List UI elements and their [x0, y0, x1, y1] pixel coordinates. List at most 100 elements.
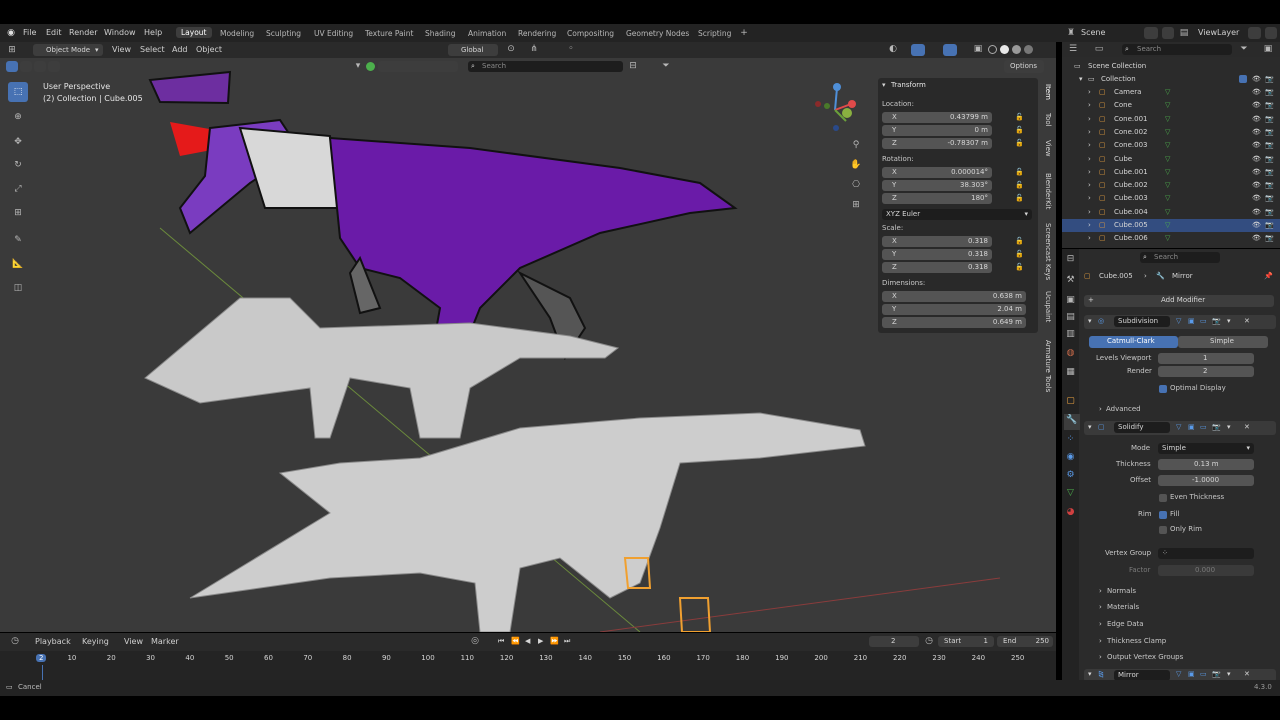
tab-item[interactable]: Item: [1044, 84, 1052, 100]
camera-icon[interactable]: 📷: [1265, 181, 1274, 189]
location-y-field[interactable]: Y 0 m: [882, 125, 992, 136]
simple-subdivision-button[interactable]: Simple: [1178, 336, 1268, 348]
wireframe-shading-icon[interactable]: [988, 45, 997, 54]
proportional-edit-icon[interactable]: ◦: [565, 43, 577, 55]
close-icon[interactable]: ✕: [1244, 317, 1250, 325]
eye-icon[interactable]: 👁: [1252, 155, 1261, 163]
camera-icon[interactable]: 📷: [1265, 208, 1274, 216]
tab-screencast-keys[interactable]: Screencast Keys: [1044, 223, 1052, 280]
camera-icon[interactable]: 📷: [1265, 88, 1274, 96]
rotation-y-field[interactable]: Y 38.303°: [882, 180, 992, 191]
chevron-down-icon[interactable]: ▾: [1227, 670, 1231, 678]
menu-timeline-view[interactable]: View: [124, 637, 143, 646]
world-tab-icon[interactable]: ▦: [1064, 366, 1077, 378]
end-frame-field[interactable]: End 250: [997, 636, 1053, 647]
camera-icon[interactable]: 📷: [1265, 115, 1274, 123]
pin-icon[interactable]: 📌: [1264, 272, 1273, 280]
outliner-row[interactable]: › ▢ Cube.006 ▽ 👁 📷: [1062, 232, 1280, 245]
eye-icon[interactable]: 👁: [1252, 141, 1261, 149]
menu-help[interactable]: Help: [144, 28, 162, 37]
next-keyframe-icon[interactable]: ⏩: [550, 637, 559, 645]
camera-icon[interactable]: 📷: [1265, 155, 1274, 163]
cage-toggle-icon[interactable]: ▣: [1188, 317, 1195, 325]
lock-icon[interactable]: 🔓: [1015, 181, 1024, 189]
chevron-right-icon[interactable]: ›: [1099, 405, 1102, 413]
render-levels-field[interactable]: 2: [1158, 366, 1254, 377]
lock-icon[interactable]: 🔓: [1015, 263, 1024, 271]
cursor-icon[interactable]: ⊕: [8, 107, 28, 127]
playhead-line[interactable]: [42, 665, 43, 680]
tab-view[interactable]: View: [1044, 140, 1052, 157]
outliner-row[interactable]: › ▢ Cube.005 ▽ 👁 📷: [1062, 219, 1280, 232]
edit-mode-toggle-icon[interactable]: ▽: [1176, 670, 1181, 678]
tab-sculpting[interactable]: Sculpting: [266, 29, 301, 38]
dimensions-x-field[interactable]: X 0.638 m: [882, 291, 1026, 302]
only-rim-checkbox[interactable]: [1159, 526, 1167, 534]
outliner-row-collection[interactable]: ▾ ▭ Collection 👁 📷: [1062, 73, 1280, 86]
chevron-right-icon[interactable]: ›: [1088, 88, 1091, 96]
grid-view-icon[interactable]: ⊞: [849, 199, 863, 211]
subpanel-normals[interactable]: Normals: [1107, 587, 1136, 595]
optimal-display-checkbox[interactable]: [1159, 385, 1167, 393]
new-collection-icon[interactable]: ▣: [1262, 43, 1274, 55]
catmull-clark-button[interactable]: Catmull-Clark: [1089, 336, 1178, 348]
subpanel-output-vertex-groups[interactable]: Output Vertex Groups: [1107, 653, 1183, 661]
outliner-row[interactable]: › ▢ Cone ▽ 👁 📷: [1062, 99, 1280, 112]
play-icon[interactable]: ▶: [538, 637, 543, 645]
advanced-subpanel[interactable]: Advanced: [1106, 405, 1141, 413]
tab-compositing[interactable]: Compositing: [567, 29, 614, 38]
tab-uv-editing[interactable]: UV Editing: [314, 29, 353, 38]
camera-icon[interactable]: 📷: [1265, 75, 1274, 83]
lock-icon[interactable]: 🔓: [1015, 237, 1024, 245]
vertex-group-field[interactable]: ⁘: [1158, 548, 1254, 559]
menu-edit[interactable]: Edit: [46, 28, 62, 37]
filter-funnel-icon[interactable]: ⏷: [1238, 43, 1250, 55]
annotate-icon[interactable]: ✎: [8, 230, 28, 250]
eye-icon[interactable]: 👁: [1252, 168, 1261, 176]
measure-icon[interactable]: 📐: [8, 254, 28, 274]
eye-icon[interactable]: 👁: [1252, 181, 1261, 189]
scale-icon[interactable]: ⤢: [8, 179, 28, 199]
chevron-down-icon[interactable]: ▾: [1227, 317, 1231, 325]
solidify-name-field[interactable]: Solidify: [1114, 422, 1170, 433]
camera-icon[interactable]: 📷: [1265, 128, 1274, 136]
menu-object[interactable]: Object: [196, 45, 222, 54]
rotation-mode-select[interactable]: XYZ Euler ▾: [882, 209, 1032, 220]
outliner-row[interactable]: › ▢ Cube.002 ▽ 👁 📷: [1062, 179, 1280, 192]
camera-view-icon[interactable]: ⎔: [849, 179, 863, 191]
tab-tool[interactable]: Tool: [1044, 113, 1052, 127]
lock-icon[interactable]: 🔓: [1015, 126, 1024, 134]
view-layer-tab-icon[interactable]: ▥: [1064, 328, 1077, 340]
viewport-search-field[interactable]: ⌕ Search: [468, 61, 623, 72]
subpanel-materials[interactable]: Materials: [1107, 603, 1139, 611]
constraints-tab-icon[interactable]: ⚙: [1064, 469, 1077, 481]
chevron-right-icon[interactable]: ›: [1088, 194, 1091, 202]
levels-viewport-field[interactable]: 1: [1158, 353, 1254, 364]
tab-animation[interactable]: Animation: [468, 29, 506, 38]
tab-armature-tools[interactable]: Armature Tools: [1044, 340, 1052, 392]
select-subtract-button[interactable]: [34, 61, 46, 72]
chevron-down-icon[interactable]: ▾: [1088, 317, 1092, 325]
fill-checkbox[interactable]: [1159, 511, 1167, 519]
options-button[interactable]: Options: [1004, 60, 1044, 73]
lock-icon[interactable]: 🔓: [1015, 250, 1024, 258]
transform-icon[interactable]: ⊞: [8, 203, 28, 223]
outliner-row[interactable]: › ▢ Cube.001 ▽ 👁 📷: [1062, 166, 1280, 179]
render-toggle-icon[interactable]: 📷: [1212, 670, 1221, 678]
overlay-toggle-button[interactable]: [943, 44, 957, 56]
add-workspace-icon[interactable]: +: [738, 27, 750, 39]
eye-icon[interactable]: 👁: [1252, 115, 1261, 123]
material-preview-icon[interactable]: [366, 62, 375, 71]
subpanel-thickness-clamp[interactable]: Thickness Clamp: [1107, 637, 1166, 645]
tool-tab-icon[interactable]: ⚒: [1064, 274, 1077, 286]
tab-modeling[interactable]: Modeling: [220, 29, 254, 38]
solidify-mode-select[interactable]: Simple ▾: [1158, 443, 1254, 454]
menu-select[interactable]: Select: [140, 45, 165, 54]
select-intersect-button[interactable]: [48, 61, 60, 72]
jump-end-icon[interactable]: ⏭: [564, 637, 570, 646]
chevron-down-icon[interactable]: ▾: [1088, 423, 1092, 431]
filter-icon[interactable]: ⊟: [627, 60, 639, 72]
scale-z-field[interactable]: Z 0.318: [882, 262, 992, 273]
scene-tab-icon[interactable]: ◍: [1064, 347, 1077, 359]
eye-icon[interactable]: 👁: [1252, 88, 1261, 96]
